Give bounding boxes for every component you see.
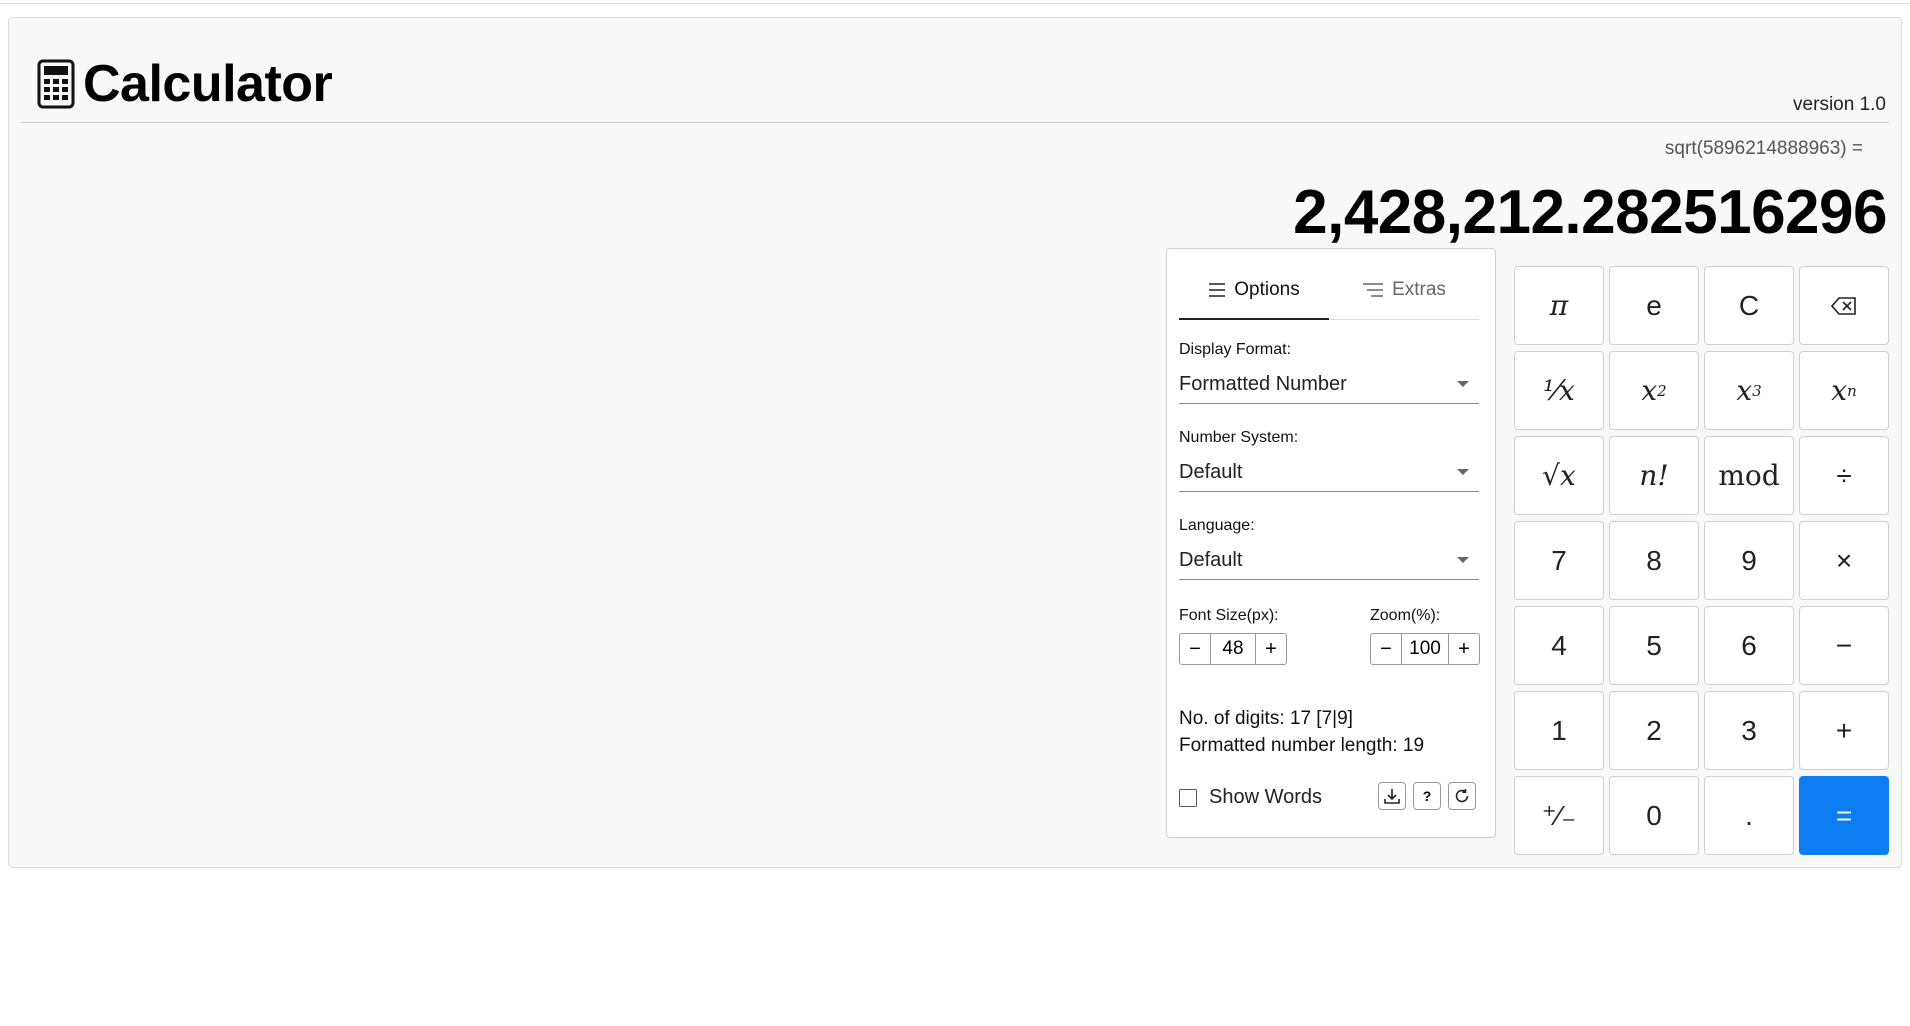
- calculator-icon: [37, 59, 75, 109]
- negate-key[interactable]: ⁺⁄₋: [1514, 776, 1604, 855]
- minus-key[interactable]: −: [1799, 606, 1889, 685]
- expression-display: sqrt(5896214888963) =: [1664, 138, 1863, 159]
- options-panel: Options Extras Display Format: Formatted…: [1166, 248, 1496, 838]
- download-button[interactable]: [1378, 782, 1406, 810]
- display-format-label: Display Format:: [1179, 341, 1292, 358]
- version-label: version 1.0: [1793, 94, 1886, 115]
- digit-8-key[interactable]: 8: [1609, 521, 1699, 600]
- zoom-value[interactable]: 100: [1401, 634, 1449, 664]
- factorial-key[interactable]: n!: [1609, 436, 1699, 515]
- tab-options-label: Options: [1234, 278, 1300, 300]
- divide-key[interactable]: ÷: [1799, 436, 1889, 515]
- zoom-decrement-button[interactable]: −: [1371, 634, 1401, 664]
- digit-5-key[interactable]: 5: [1609, 606, 1699, 685]
- font-size-stepper: − 48 +: [1179, 633, 1287, 665]
- mod-key[interactable]: mod: [1704, 436, 1794, 515]
- zoom-increment-button[interactable]: +: [1449, 634, 1479, 664]
- sqrt-key[interactable]: √x: [1514, 436, 1604, 515]
- font-size-decrement-button[interactable]: −: [1180, 634, 1210, 664]
- zoom-label: Zoom(%):: [1370, 607, 1441, 624]
- tab-options[interactable]: Options: [1179, 261, 1329, 320]
- app-title: Calculator: [83, 55, 333, 113]
- number-system-value: Default: [1179, 461, 1243, 483]
- equals-key[interactable]: =: [1799, 776, 1889, 855]
- display-format-value: Formatted Number: [1179, 373, 1347, 395]
- backspace-icon: [1831, 296, 1856, 315]
- font-size-increment-button[interactable]: +: [1256, 634, 1286, 664]
- digit-0-key[interactable]: 0: [1609, 776, 1699, 855]
- decimal-key[interactable]: .: [1704, 776, 1794, 855]
- power-key[interactable]: xn: [1799, 351, 1889, 430]
- caret-down-icon: [1457, 557, 1469, 563]
- display-format-select[interactable]: Formatted Number: [1179, 367, 1479, 404]
- help-button[interactable]: ?: [1413, 782, 1441, 810]
- digit-7-key[interactable]: 7: [1514, 521, 1604, 600]
- tab-extras[interactable]: Extras: [1329, 261, 1479, 319]
- cube-key[interactable]: x3: [1704, 351, 1794, 430]
- help-icon: ?: [1422, 788, 1432, 804]
- show-words-label[interactable]: Show Words: [1209, 786, 1322, 809]
- pi-key[interactable]: π: [1514, 266, 1604, 345]
- digit-2-key[interactable]: 2: [1609, 691, 1699, 770]
- square-key[interactable]: x2: [1609, 351, 1699, 430]
- backspace-key[interactable]: [1799, 266, 1889, 345]
- e-key[interactable]: e: [1609, 266, 1699, 345]
- plus-key[interactable]: +: [1799, 691, 1889, 770]
- digit-4-key[interactable]: 4: [1514, 606, 1604, 685]
- font-size-value[interactable]: 48: [1210, 634, 1256, 664]
- header: Calculator version 1.0: [21, 38, 1889, 123]
- number-system-select[interactable]: Default: [1179, 455, 1479, 492]
- multiply-key[interactable]: ×: [1799, 521, 1889, 600]
- digit-9-key[interactable]: 9: [1704, 521, 1794, 600]
- show-words-checkbox[interactable]: [1179, 789, 1197, 807]
- menu-icon: [1209, 282, 1226, 297]
- formatted-length-info: Formatted number length: 19: [1179, 735, 1425, 756]
- digit-6-key[interactable]: 6: [1704, 606, 1794, 685]
- tab-extras-label: Extras: [1392, 279, 1446, 300]
- reset-button[interactable]: [1448, 782, 1476, 810]
- tab-bar: Options Extras: [1179, 261, 1479, 320]
- caret-down-icon: [1457, 469, 1469, 475]
- language-select[interactable]: Default: [1179, 543, 1479, 580]
- digits-info: No. of digits: 17 [7|9]: [1179, 708, 1353, 729]
- language-label: Language:: [1179, 517, 1255, 534]
- reset-icon: [1455, 789, 1469, 803]
- clear-key[interactable]: C: [1704, 266, 1794, 345]
- filter-lines-icon: [1363, 283, 1384, 297]
- digit-3-key[interactable]: 3: [1704, 691, 1794, 770]
- reciprocal-key[interactable]: ¹⁄x: [1514, 351, 1604, 430]
- digit-1-key[interactable]: 1: [1514, 691, 1604, 770]
- number-system-label: Number System:: [1179, 429, 1299, 446]
- download-icon: [1384, 789, 1400, 804]
- result-display: 2,428,212.282516296: [1293, 178, 1887, 247]
- language-value: Default: [1179, 549, 1243, 571]
- zoom-stepper: − 100 +: [1370, 633, 1480, 665]
- top-divider: [0, 3, 1910, 4]
- caret-down-icon: [1457, 381, 1469, 387]
- font-size-label: Font Size(px):: [1179, 607, 1279, 624]
